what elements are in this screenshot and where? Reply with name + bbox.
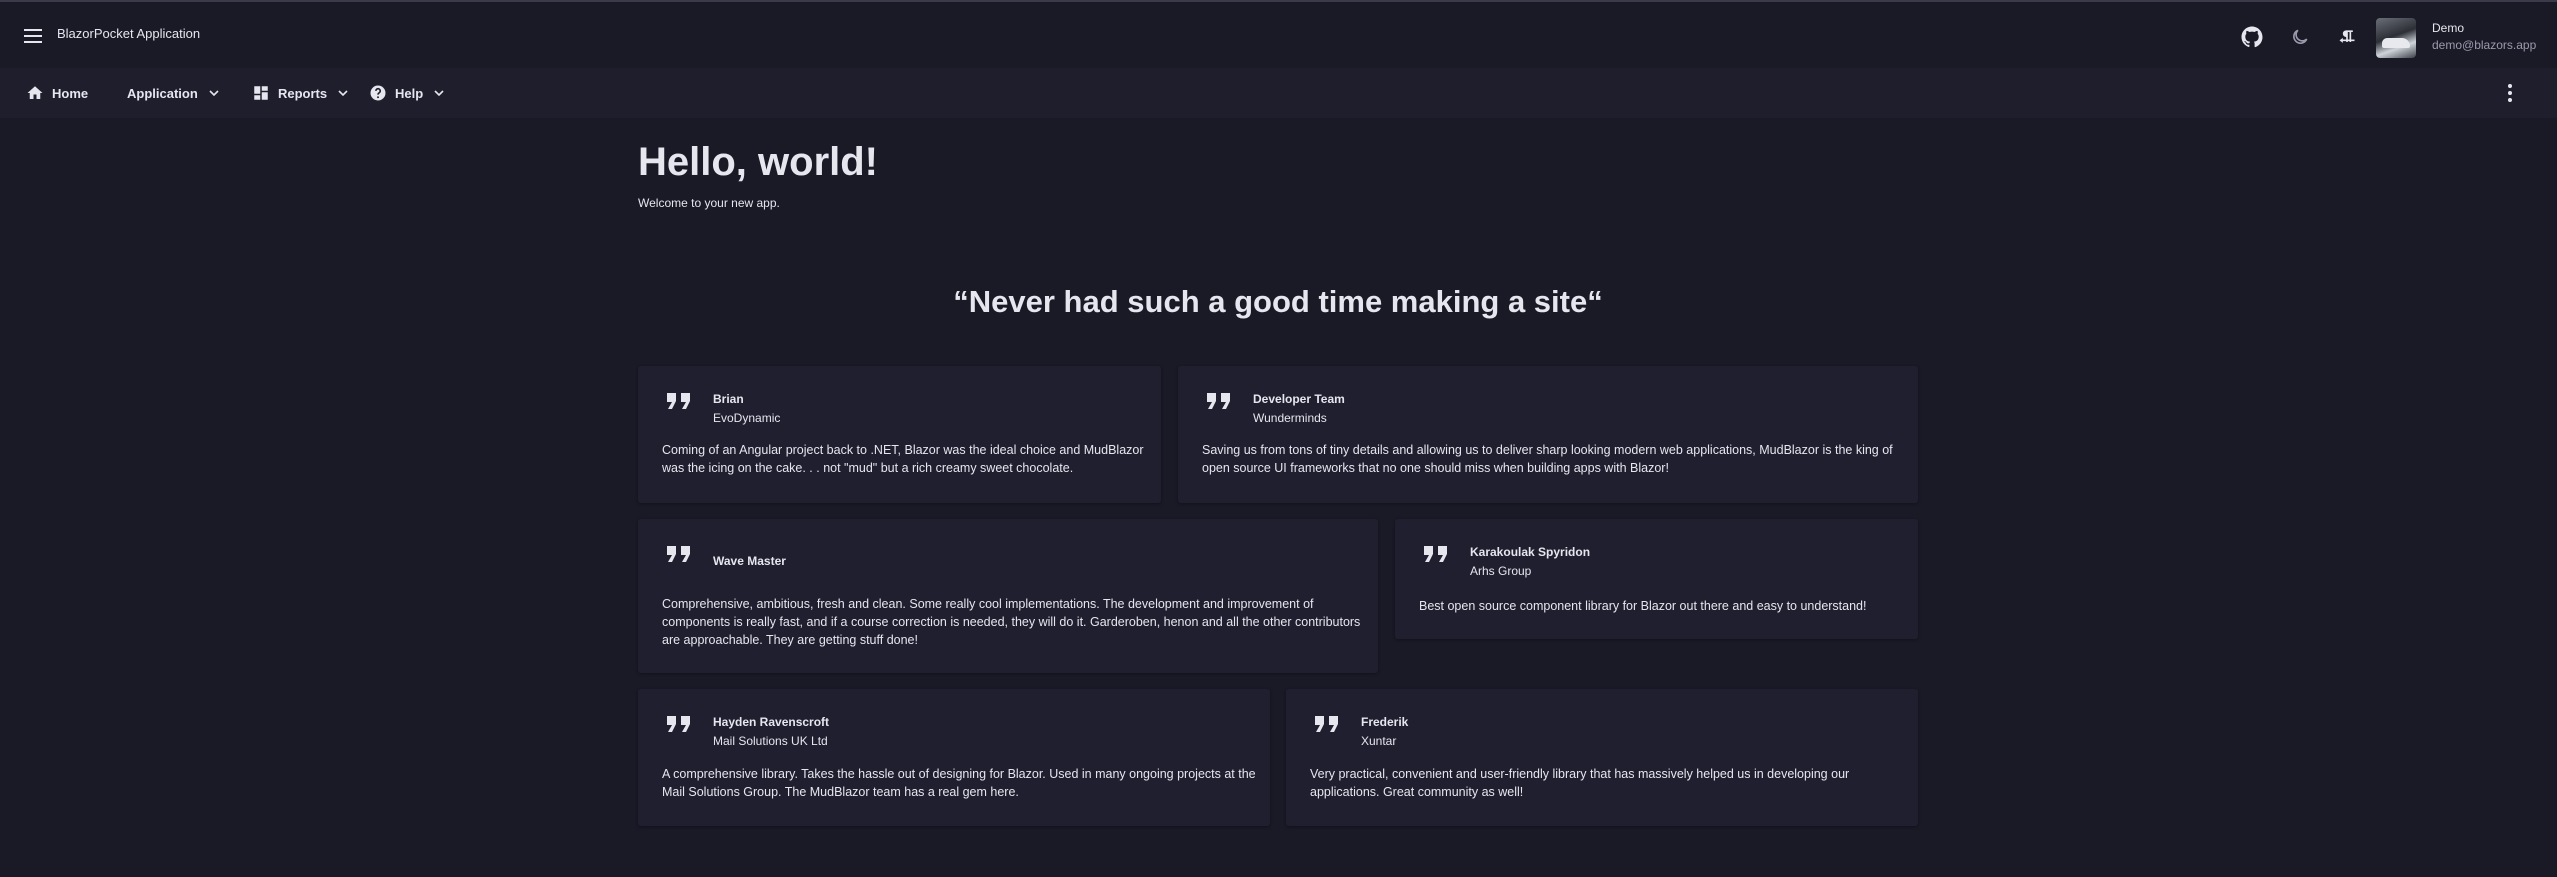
nav-item-label: Application [127, 85, 198, 101]
app-title: BlazorPocket Application [57, 26, 201, 41]
testimonial-card: Hayden Ravenscroft Mail Solutions UK Ltd… [638, 689, 1270, 826]
testimonial-card: Brian EvoDynamic Coming of an Angular pr… [638, 366, 1161, 503]
testimonial-company: Mail Solutions UK Ltd [713, 734, 828, 748]
avatar[interactable] [2376, 18, 2416, 58]
testimonial-text: Coming of an Angular project back to .NE… [662, 443, 1144, 475]
quote-icon [667, 546, 690, 562]
testimonial-text: Very practical, convenient and user-frie… [1310, 767, 1850, 799]
dashboard-icon [254, 86, 268, 100]
testimonial-author: Developer Team [1253, 392, 1345, 406]
testimonial-author: Frederik [1361, 715, 1409, 729]
testimonial-company: EvoDynamic [713, 411, 781, 425]
testimonial-company: Wunderminds [1253, 411, 1327, 425]
nav-bar: Home Application Reports Help [0, 68, 2557, 118]
rtl-icon[interactable] [2334, 24, 2360, 50]
testimonial-text: Saving us from tons of tiny details and … [1202, 443, 1893, 475]
testimonial-card: Wave Master Comprehensive, ambitious, fr… [638, 519, 1378, 673]
dark-mode-icon[interactable] [2287, 24, 2313, 50]
testimonial-author: Wave Master [713, 554, 786, 568]
chevron-down-icon [338, 90, 348, 97]
user-name: Demo [2432, 21, 2465, 35]
menu-icon[interactable] [22, 24, 46, 48]
quote-icon [1207, 393, 1230, 409]
quote-icon [667, 716, 690, 732]
nav-item-home[interactable]: Home [26, 80, 88, 106]
nav-item-help[interactable]: Help [369, 80, 447, 106]
page-subtitle: Welcome to your new app. [638, 196, 780, 210]
more-vert-icon[interactable] [2498, 80, 2522, 106]
nav-item-label: Reports [278, 85, 328, 101]
help-icon [370, 85, 386, 101]
chevron-down-icon [209, 90, 219, 97]
quote-icon [667, 393, 690, 409]
testimonial-text: A comprehensive library. Takes the hassl… [662, 767, 1256, 799]
testimonial-company: Xuntar [1361, 734, 1397, 748]
testimonial-card: Frederik Xuntar Very practical, convenie… [1286, 689, 1918, 826]
github-icon[interactable] [2239, 24, 2265, 50]
nav-item-reports[interactable]: Reports [252, 80, 351, 106]
testimonial-card: Karakoulak Spyridon Arhs Group Best open… [1395, 519, 1918, 639]
testimonial-author: Brian [713, 392, 744, 406]
nav-item-label: Help [395, 85, 424, 101]
home-icon [27, 86, 43, 99]
quote-icon [1424, 546, 1447, 562]
testimonial-text: Best open source component library for B… [1419, 599, 1867, 613]
testimonial-card: Developer Team Wunderminds Saving us fro… [1178, 366, 1918, 503]
testimonial-author: Hayden Ravenscroft [713, 715, 830, 729]
quote-icon [1315, 716, 1338, 732]
chevron-down-icon [434, 90, 444, 97]
nav-item-application[interactable]: Application [127, 80, 222, 106]
testimonial-company: Arhs Group [1470, 564, 1532, 578]
testimonial-text: Comprehensive, ambitious, fresh and clea… [662, 597, 1361, 647]
user-email: demo@blazors.app [2432, 38, 2537, 52]
nav-item-label: Home [52, 85, 89, 101]
testimonial-author: Karakoulak Spyridon [1470, 545, 1591, 559]
app-bar: BlazorPocket Application Demo demo@blazo… [0, 0, 2557, 68]
page-title: Hello, world! [638, 140, 878, 184]
testimonial-headline: “Never had such a good time making a sit… [953, 284, 1603, 319]
main-content: Hello, world! Welcome to your new app. “… [0, 118, 2557, 877]
